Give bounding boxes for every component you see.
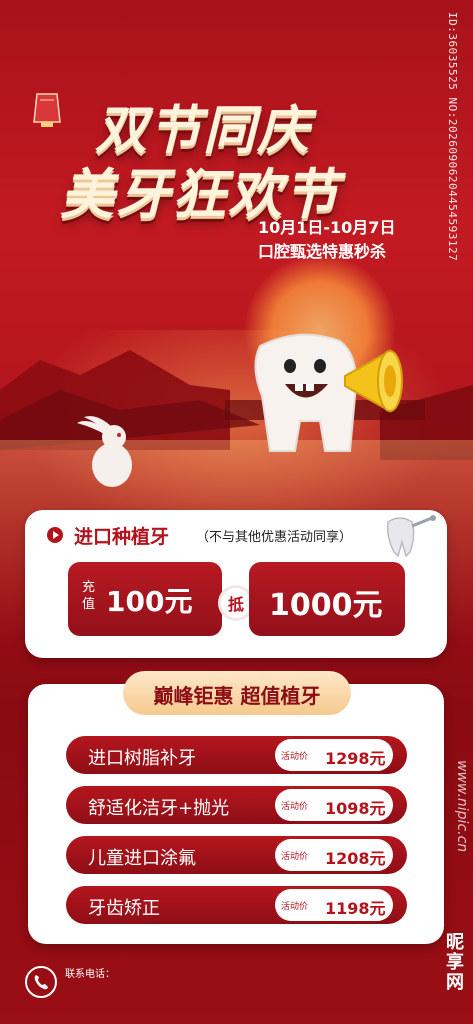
promo-ribbon: 巅峰钜惠 超值植牙 bbox=[123, 671, 351, 715]
price-value: 1098元 bbox=[325, 799, 386, 818]
lantern-icon bbox=[33, 93, 61, 127]
implant-title: 进口种植牙 bbox=[74, 526, 170, 548]
recharge-value: 100元 bbox=[106, 585, 193, 618]
deduct-value: 1000元 bbox=[269, 588, 383, 623]
price-value: 1198元 bbox=[325, 899, 386, 918]
rabbit-illustration bbox=[77, 416, 132, 487]
image-id-text: ID:36035525 NO:20260906204454593127 bbox=[446, 12, 459, 262]
promo-ribbon-text: 巅峰钜惠 超值植牙 bbox=[153, 684, 321, 708]
service-name: 进口树脂补牙 bbox=[88, 748, 196, 769]
watermark-url: www.nipic.cn bbox=[454, 760, 470, 853]
price-list-card: 巅峰钜惠 超值植牙 进口树脂补牙 活动价 1298元 舒适化洁牙+抛光 活动价 … bbox=[28, 671, 444, 944]
exclusion-note: （不与其他优惠活动同享） bbox=[196, 530, 353, 545]
price-row: 牙齿矫正 活动价 1198元 bbox=[66, 886, 407, 924]
recharge-label: 充值 bbox=[82, 580, 96, 612]
price-row: 舒适化洁牙+抛光 活动价 1098元 bbox=[66, 786, 407, 824]
price-tag: 活动价 bbox=[281, 802, 309, 812]
deduct-box: 1000元 bbox=[249, 562, 405, 636]
price-pill: 活动价 1298元 bbox=[275, 739, 393, 771]
brand-watermark: 昵享网 bbox=[443, 932, 464, 992]
price-value: 1208元 bbox=[325, 849, 386, 868]
price-pill: 活动价 1208元 bbox=[275, 839, 393, 871]
service-name: 牙齿矫正 bbox=[88, 898, 160, 919]
price-tag: 活动价 bbox=[281, 752, 309, 762]
price-tag: 活动价 bbox=[281, 902, 309, 912]
contact-label: 联系电话： bbox=[65, 969, 115, 980]
event-date: 10月1日-10月7日 bbox=[258, 218, 396, 237]
price-row: 进口树脂补牙 活动价 1298元 bbox=[66, 736, 407, 774]
price-row: 儿童进口涂氟 活动价 1208元 bbox=[66, 836, 407, 874]
price-pill: 活动价 1098元 bbox=[275, 789, 393, 821]
tooth-mascot-illustration bbox=[254, 333, 403, 452]
price-tag: 活动价 bbox=[281, 852, 309, 862]
event-subtitle: 口腔甄选特惠秒杀 bbox=[258, 242, 387, 261]
recharge-box: 充值 100元 bbox=[68, 562, 222, 636]
dental-implant-icon bbox=[386, 515, 436, 558]
price-pill: 活动价 1198元 bbox=[275, 889, 393, 921]
deduct-badge: 抵 bbox=[221, 588, 251, 618]
phone-icon bbox=[25, 966, 57, 998]
service-name: 舒适化洁牙+抛光 bbox=[88, 798, 230, 819]
implant-offer-card: 进口种植牙 （不与其他优惠活动同享） 充值 100元 抵 1000元 bbox=[25, 510, 447, 658]
price-value: 1298元 bbox=[325, 749, 386, 768]
play-icon bbox=[47, 527, 63, 543]
service-name: 儿童进口涂氟 bbox=[88, 848, 196, 869]
